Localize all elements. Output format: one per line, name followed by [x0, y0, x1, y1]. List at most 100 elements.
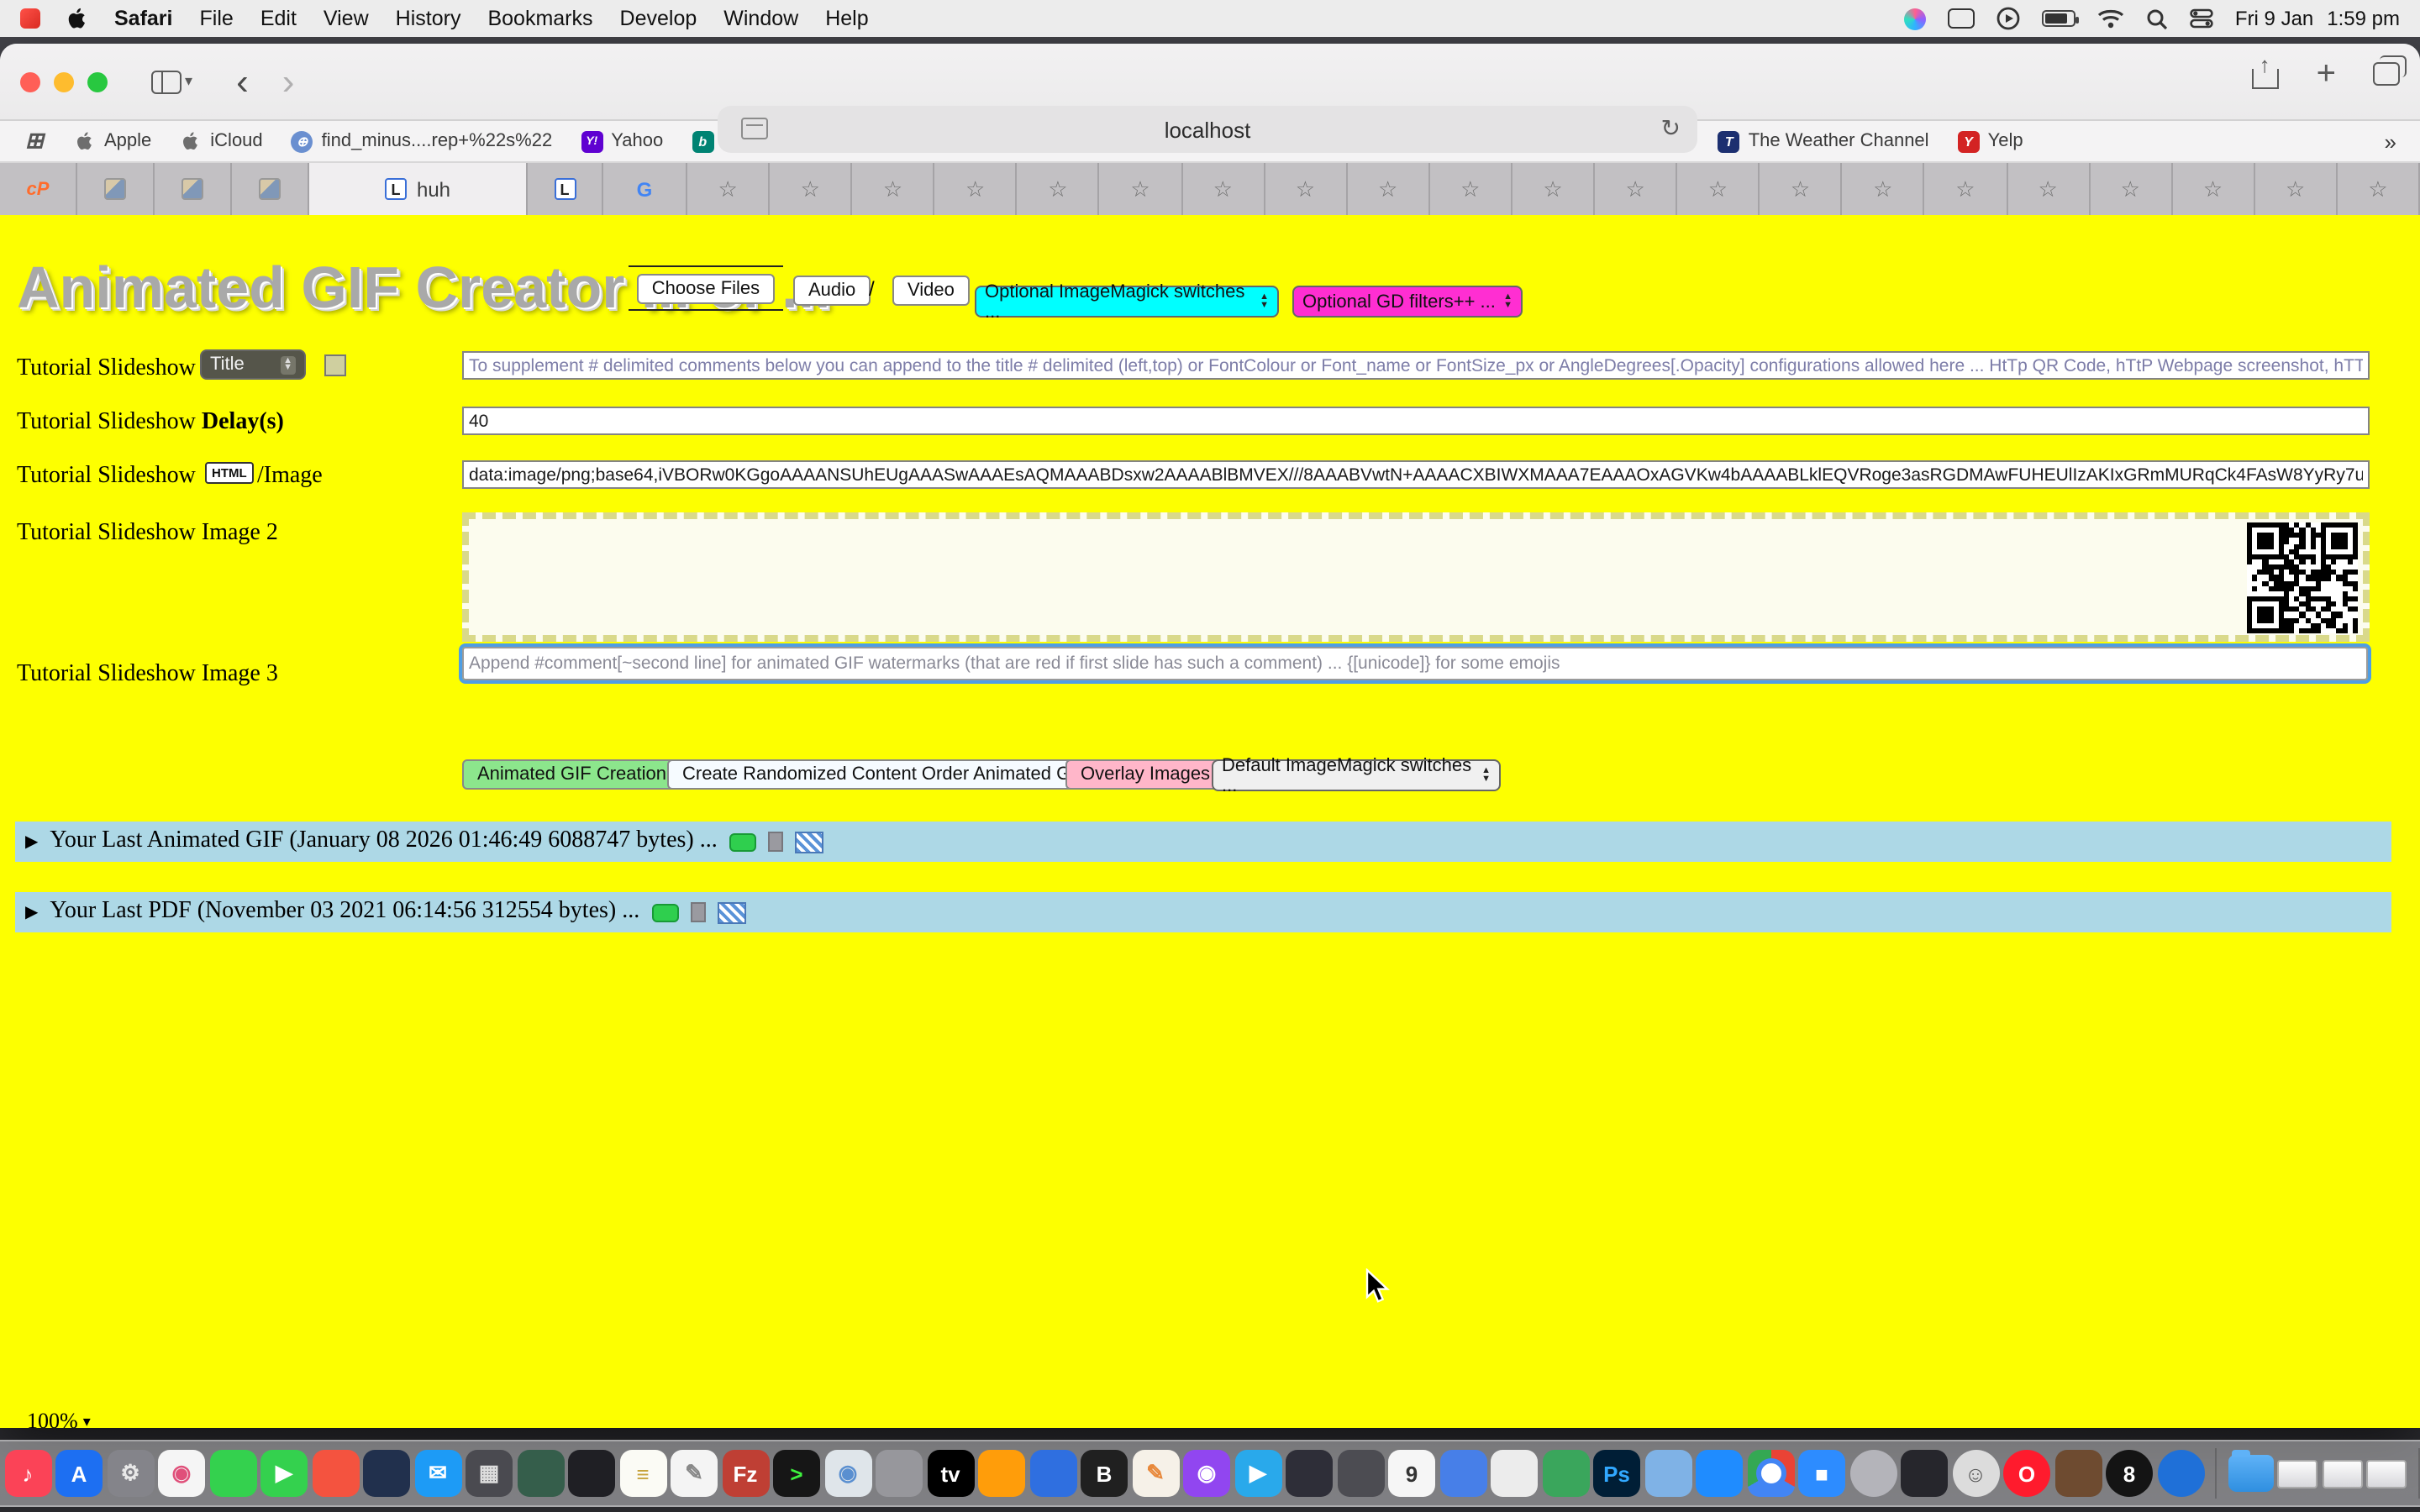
- media-icon[interactable]: [717, 901, 745, 923]
- sidebar-icon[interactable]: ▾: [151, 70, 192, 93]
- pdf-preview-icon[interactable]: [651, 903, 678, 921]
- tab-empty-5[interactable]: ☆: [1100, 163, 1182, 215]
- bookmarks-overflow-chevron[interactable]: »: [2385, 129, 2396, 154]
- tab-empty-19[interactable]: ☆: [2255, 163, 2338, 215]
- dock-app-store-icon[interactable]: A: [55, 1450, 103, 1497]
- battery-icon[interactable]: [2042, 10, 2075, 27]
- tab-empty-10[interactable]: ☆: [1512, 163, 1595, 215]
- disclosure-triangle-icon[interactable]: ▶: [25, 832, 38, 851]
- tab-empty-6[interactable]: ☆: [1182, 163, 1265, 215]
- menu-bookmarks[interactable]: Bookmarks: [487, 7, 592, 30]
- dock-reminders-icon[interactable]: [312, 1450, 359, 1497]
- tab-empty-7[interactable]: ☆: [1265, 163, 1347, 215]
- dock-green-app-icon[interactable]: [1542, 1450, 1589, 1497]
- forward-button[interactable]: ›: [282, 60, 295, 103]
- tab-empty-14[interactable]: ☆: [1843, 163, 1925, 215]
- tab-empty-20[interactable]: ☆: [2338, 163, 2420, 215]
- dock-navy-app-icon[interactable]: [363, 1450, 410, 1497]
- minimized-window-thumb[interactable]: [2277, 1459, 2317, 1488]
- dock-messenger-icon[interactable]: [1696, 1450, 1743, 1497]
- tab-empty-15[interactable]: ☆: [1925, 163, 2007, 215]
- data-uri-input[interactable]: [462, 460, 2370, 489]
- dock-blue-app-icon[interactable]: [1029, 1450, 1076, 1497]
- tab-empty-8[interactable]: ☆: [1348, 163, 1430, 215]
- menu-edit[interactable]: Edit: [260, 7, 297, 30]
- dock-bear-icon[interactable]: B: [1081, 1450, 1128, 1497]
- address-bar[interactable]: localhost ↻: [718, 106, 1697, 153]
- dock-photo-booth-icon[interactable]: [517, 1450, 564, 1497]
- wifi-icon[interactable]: [2097, 8, 2124, 29]
- tab-wizard-3[interactable]: [232, 163, 309, 215]
- spotlight-icon[interactable]: [2146, 8, 2168, 29]
- tab-empty-12[interactable]: ☆: [1677, 163, 1760, 215]
- video-button[interactable]: Video: [892, 276, 970, 306]
- default-switches-select[interactable]: Default ImageMagick switches ...▲▼: [1212, 759, 1501, 791]
- title-select[interactable]: Title▲▼: [200, 349, 306, 380]
- minimized-window-thumb[interactable]: [2366, 1459, 2407, 1488]
- gd-filters-select[interactable]: Optional GD filters++ ...▲▼: [1292, 286, 1523, 318]
- dock-textedit-icon[interactable]: ✎: [671, 1450, 718, 1497]
- overlay-images-button[interactable]: Overlay Images: [1065, 759, 1225, 790]
- tab-empty-9[interactable]: ☆: [1430, 163, 1512, 215]
- tab-wizard-2[interactable]: [155, 163, 232, 215]
- dock-calculator-icon[interactable]: [1337, 1450, 1384, 1497]
- dock-photoshop-icon[interactable]: Ps: [1593, 1450, 1640, 1497]
- menu-app-name[interactable]: Safari: [114, 7, 173, 30]
- last-animated-gif-bar[interactable]: ▶ Your Last Animated GIF (January 08 202…: [15, 822, 2391, 862]
- dock-books-icon[interactable]: [978, 1450, 1025, 1497]
- tab-empty-1[interactable]: ☆: [770, 163, 852, 215]
- dock-downloads-folder-icon[interactable]: [2228, 1455, 2273, 1492]
- tab-empty-17[interactable]: ☆: [2090, 163, 2172, 215]
- dock-lightblue-app-icon[interactable]: [1644, 1450, 1691, 1497]
- dock-zoom-icon[interactable]: ■: [1798, 1450, 1845, 1497]
- bookmark-apple[interactable]: Apple: [74, 130, 151, 152]
- tab-empty-0[interactable]: ☆: [687, 163, 770, 215]
- dock-eight-ball-icon[interactable]: 8: [2106, 1450, 2153, 1497]
- bookmark-find-minus-rep-22s-22[interactable]: ⊕find_minus....rep+%22s%22: [292, 130, 553, 152]
- dock-dark-app-3-icon[interactable]: [1901, 1450, 1948, 1497]
- dock-telegram-icon[interactable]: ▶: [1234, 1450, 1281, 1497]
- dock-dark-app-icon[interactable]: [568, 1450, 615, 1497]
- zoom-indicator[interactable]: 100%▾: [27, 1408, 91, 1428]
- dock-chrome-icon[interactable]: [1747, 1450, 1794, 1497]
- title-config-input[interactable]: [462, 351, 2370, 380]
- menubar-status-icon[interactable]: [20, 8, 40, 29]
- tab-cp-0[interactable]: cP: [0, 163, 77, 215]
- audio-button[interactable]: Audio: [793, 276, 871, 306]
- dock-opera-icon[interactable]: O: [2003, 1450, 2050, 1497]
- tab-empty-13[interactable]: ☆: [1760, 163, 1842, 215]
- zoom-button[interactable]: [87, 71, 108, 92]
- dock-photos-icon[interactable]: ◉: [158, 1450, 205, 1497]
- menubar-clock[interactable]: Fri 9 Jan1:59 pm: [2235, 7, 2400, 30]
- minimize-button[interactable]: [54, 71, 74, 92]
- document-icon[interactable]: [768, 832, 783, 852]
- choose-files-button[interactable]: Choose Files: [637, 274, 775, 304]
- menu-develop[interactable]: Develop: [620, 7, 697, 30]
- bookmark-yelp[interactable]: YYelp: [1958, 130, 2023, 152]
- menu-file[interactable]: File: [200, 7, 234, 30]
- tab-empty-16[interactable]: ☆: [2007, 163, 2090, 215]
- dock-podcasts-icon[interactable]: ◉: [1183, 1450, 1230, 1497]
- dock-gray-circle-app-icon[interactable]: [1849, 1450, 1897, 1497]
- apple-menu[interactable]: [67, 7, 87, 30]
- dock-blue-app-2-icon[interactable]: [1439, 1450, 1486, 1497]
- dock-brown-app-icon[interactable]: [2054, 1450, 2102, 1497]
- dock-filezilla-icon[interactable]: Fz: [722, 1450, 769, 1497]
- dock-pages-icon[interactable]: ✎: [1132, 1450, 1179, 1497]
- title-color-well[interactable]: [324, 354, 346, 376]
- dock-apple-tv-icon[interactable]: tv: [927, 1450, 974, 1497]
- dock-nine-app-icon[interactable]: 9: [1388, 1450, 1435, 1497]
- share-icon[interactable]: [2253, 59, 2280, 89]
- close-button[interactable]: [20, 71, 40, 92]
- dock-system-settings-icon[interactable]: ⚙: [107, 1450, 154, 1497]
- dock-facetime-icon[interactable]: ▶: [260, 1450, 308, 1497]
- watermark-comment-input[interactable]: [462, 647, 2368, 680]
- randomized-gif-button[interactable]: Create Randomized Content Order Animated…: [667, 759, 1102, 790]
- minimized-window-thumb[interactable]: [2322, 1459, 2362, 1488]
- bookmark-the-weather-channel[interactable]: TThe Weather Channel: [1718, 130, 1929, 152]
- dock-music-icon[interactable]: ♪: [4, 1450, 51, 1497]
- menu-window[interactable]: Window: [723, 7, 798, 30]
- control-center-icon[interactable]: [2190, 8, 2213, 29]
- dock-gray-app-icon[interactable]: [876, 1450, 923, 1497]
- disclosure-triangle-icon[interactable]: ▶: [25, 903, 38, 921]
